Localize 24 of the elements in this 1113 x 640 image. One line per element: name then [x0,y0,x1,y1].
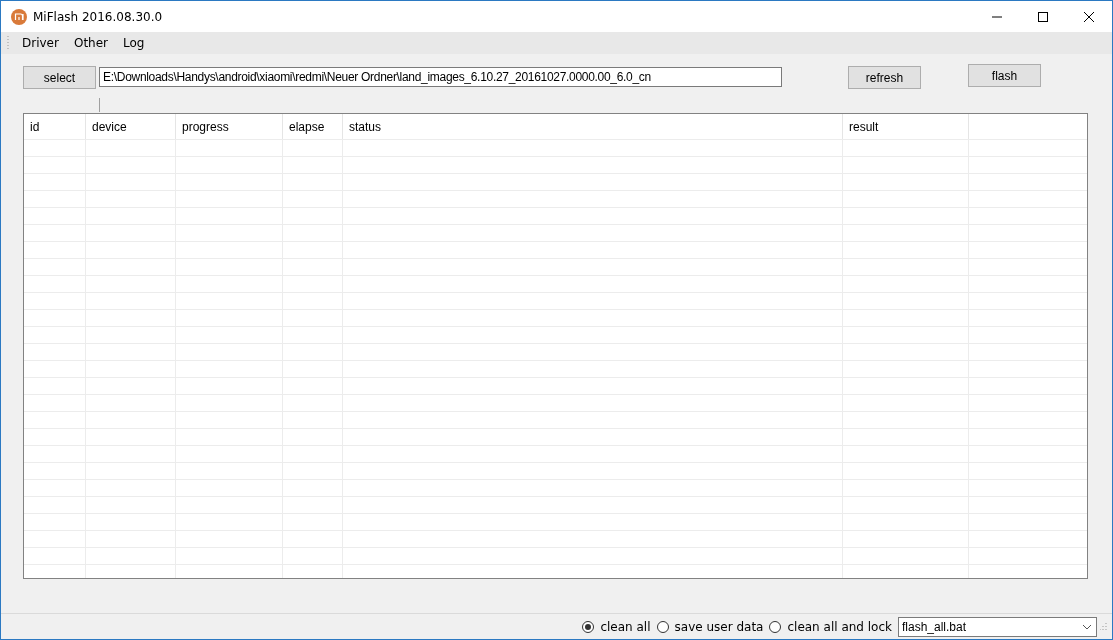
radio-option[interactable]: clean all and lock [769,619,892,634]
maximize-icon [1038,11,1048,22]
menu-item[interactable]: Driver [16,36,68,50]
script-dropdown[interactable]: flash_all.bat [898,616,1097,637]
select-button[interactable]: select [23,66,96,89]
column-header: id [30,120,40,134]
path-field[interactable]: E:\Downloads\Handys\android\xiaomi\redmi\Neuer Ordner\land_images_6.10.27_20161027.0000.00_6.0_cn [99,67,782,87]
column-header: progress [182,120,229,134]
flash-button[interactable]: flash [968,64,1041,87]
grip-icon [7,35,10,51]
menu-item[interactable]: Other [67,36,117,50]
size-grip-icon [1100,621,1108,632]
column-header: device [92,120,127,134]
window-title: MiFlash 2016.08.30.0 [33,9,164,24]
radio-option[interactable]: clean all [582,619,651,634]
menu-item[interactable]: Log [117,36,154,50]
column-header: status [349,120,381,134]
chevron-down-icon [1082,623,1092,630]
close-icon [1084,11,1094,22]
column-header: result [849,120,879,134]
refresh-button[interactable]: refresh [848,66,921,89]
app-logo-icon [11,8,27,25]
radio-option[interactable]: save user data [656,619,764,634]
column-header: elapse [289,120,325,134]
